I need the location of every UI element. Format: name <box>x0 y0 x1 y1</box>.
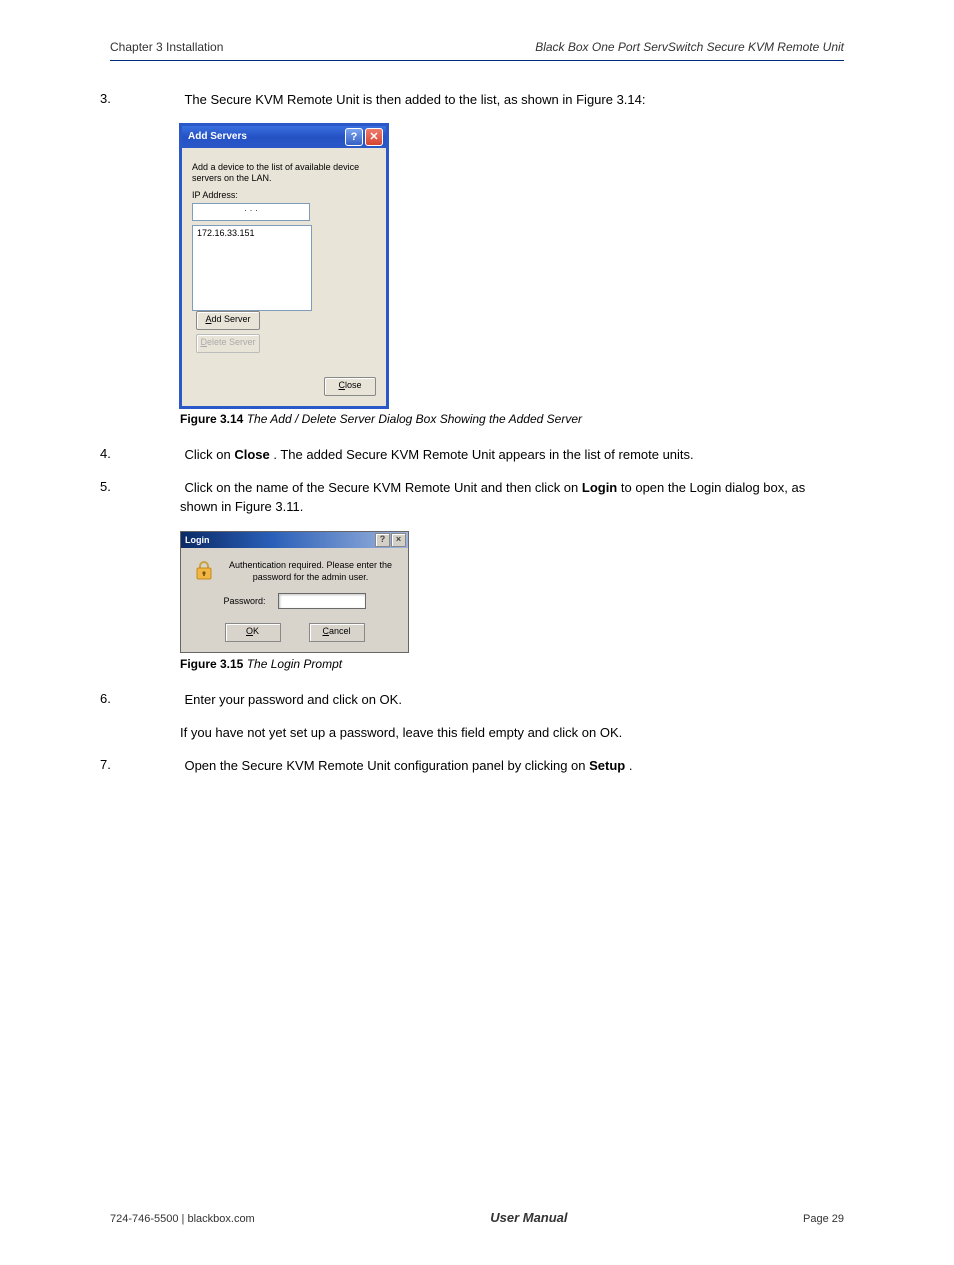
header-rule <box>110 60 844 61</box>
step-6-note: If you have not yet set up a password, l… <box>110 724 844 743</box>
add-server-button[interactable]: Add Server <box>196 311 260 330</box>
server-list[interactable]: 172.16.33.151 <box>192 225 312 311</box>
titlebar: Add Servers ? ✕ <box>182 126 386 148</box>
dialog-description: Add a device to the list of available de… <box>192 162 376 185</box>
close-button[interactable]: Close <box>324 377 376 396</box>
footer-left: 724-746-5500 | blackbox.com <box>110 1213 255 1225</box>
product-name: Black Box One Port ServSwitch Secure KVM… <box>535 40 844 54</box>
login-message: Authentication required. Please enter th… <box>227 560 394 583</box>
ip-address-input[interactable]: · · · <box>192 203 310 221</box>
ok-button[interactable]: OK <box>225 623 281 642</box>
lock-icon <box>195 560 213 580</box>
step-5: 5. Click on the name of the Secure KVM R… <box>110 479 844 517</box>
ip-label: IP Address: <box>192 190 376 200</box>
step-4: 4. Click on Close . The added Secure KVM… <box>110 446 844 465</box>
add-servers-dialog: Add Servers ? ✕ Add a device to the list… <box>180 124 388 409</box>
dialog-title: Add Servers <box>188 131 343 142</box>
help-button[interactable]: ? <box>375 533 390 547</box>
figure-caption: Figure 3.14 The Add / Delete Server Dial… <box>110 412 844 426</box>
page-footer: 724-746-5500 | blackbox.com User Manual … <box>0 1210 954 1265</box>
cancel-button[interactable]: Cancel <box>309 623 365 642</box>
footer-right: Page 29 <box>803 1213 844 1225</box>
delete-server-button: Delete Server <box>196 334 260 353</box>
dialog-title: Login <box>185 535 374 545</box>
step-number: 3. <box>140 91 180 106</box>
list-item[interactable]: 172.16.33.151 <box>197 228 307 238</box>
login-dialog: Login ? × Authentication required. Pleas… <box>180 531 409 653</box>
password-input[interactable] <box>278 593 366 609</box>
titlebar: Login ? × <box>181 532 408 548</box>
close-icon[interactable]: × <box>391 533 406 547</box>
figure-caption: Figure 3.15 The Login Prompt <box>110 657 844 671</box>
chapter-label: Chapter 3 Installation <box>110 40 223 54</box>
step-3: 3. The Secure KVM Remote Unit is then ad… <box>110 91 844 110</box>
close-icon[interactable]: ✕ <box>365 128 383 146</box>
step-7: 7. Open the Secure KVM Remote Unit confi… <box>110 757 844 776</box>
step-6: 6. Enter your password and click on OK. <box>110 691 844 710</box>
help-button[interactable]: ? <box>345 128 363 146</box>
footer-center: User Manual <box>255 1210 803 1225</box>
password-label: Password: <box>223 596 265 606</box>
